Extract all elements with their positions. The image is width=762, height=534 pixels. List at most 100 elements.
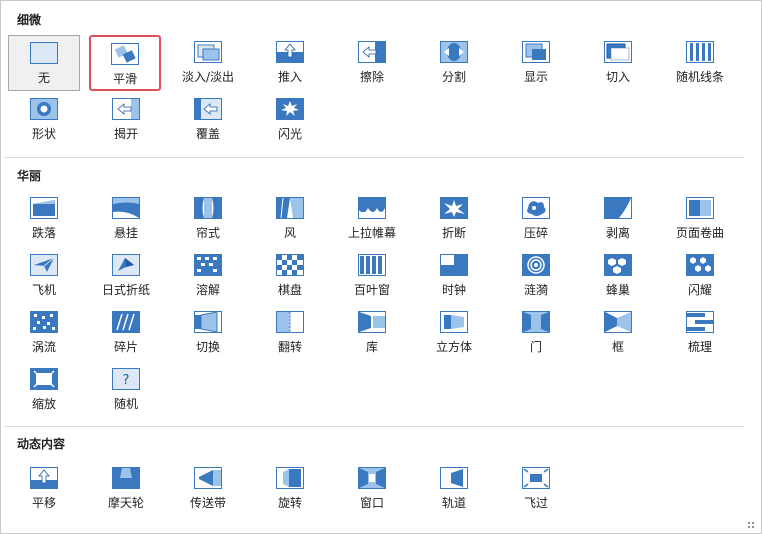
transition-label: 飞机 [31,283,56,297]
doors-icon [522,311,550,333]
transition-switch[interactable]: 切换 [172,305,244,361]
transition-window[interactable]: 窗口 [336,461,408,517]
random-bars-icon [686,41,714,63]
transition-shred[interactable]: 碎片 [90,305,162,361]
transition-label: 时钟 [441,283,466,297]
transition-fall-over[interactable]: 跌落 [8,191,80,247]
push-icon [276,41,304,63]
transition-dissolve[interactable]: 溶解 [172,248,244,304]
transition-rotate[interactable]: 旋转 [254,461,326,517]
transition-cover[interactable]: 覆盖 [172,92,244,148]
transition-uncover[interactable]: 揭开 [90,92,162,148]
conveyor-icon [194,467,222,489]
transition-flip[interactable]: 翻转 [254,305,326,361]
transition-label: 库 [365,340,378,354]
transition-checkerboard[interactable]: 棋盘 [254,248,326,304]
gallery-icon [358,311,386,333]
comb-icon [686,311,714,333]
transition-label: 压碎 [523,226,548,240]
transition-fade[interactable]: 淡入/淡出 [172,35,244,91]
resize-grip-icon[interactable] [747,521,755,529]
flip-icon [276,311,304,333]
transition-label: 风 [283,226,296,240]
transition-label: 切换 [195,340,220,354]
transition-flash[interactable]: 闪光 [254,92,326,148]
transition-label: 页面卷曲 [675,226,724,240]
transition-label: 百叶窗 [353,283,390,297]
transition-label: 框 [611,340,624,354]
transition-vortex[interactable]: 涡流 [8,305,80,361]
transition-label: 摩天轮 [107,496,144,510]
transition-label: 淡入/淡出 [181,70,235,84]
svg-text:?: ? [123,373,130,388]
transition-wipe[interactable]: 擦除 [336,35,408,91]
transition-label: 平滑 [112,72,137,86]
transition-drape[interactable]: 悬挂 [90,191,162,247]
transition-crush[interactable]: 压碎 [500,191,572,247]
transition-label: 擦除 [359,70,384,84]
clock-icon [440,254,468,276]
transition-none[interactable]: 无 [8,35,80,91]
transition-random-bars[interactable]: 随机线条 [664,35,736,91]
transition-random[interactable]: ? 随机 [90,362,162,418]
transition-prestige[interactable]: 上拉帷幕 [336,191,408,247]
transition-label: 显示 [523,70,548,84]
transition-label: 碎片 [113,340,138,354]
transition-label: 蜂巢 [605,283,630,297]
section-title: 细微 [17,13,42,27]
transition-comb[interactable]: 梳理 [664,305,736,361]
transition-glitter[interactable]: 闪耀 [664,248,736,304]
transition-label: 闪耀 [687,283,712,297]
transition-label: 覆盖 [195,127,220,141]
transition-label: 溶解 [195,283,220,297]
transition-clock[interactable]: 时钟 [418,248,490,304]
origami-icon [112,254,140,276]
transition-reveal[interactable]: 显示 [500,35,572,91]
transition-orbit[interactable]: 轨道 [418,461,490,517]
box-icon [604,311,632,333]
transition-ferris-wheel[interactable]: 摩天轮 [90,461,162,517]
transition-label: 平移 [31,496,56,510]
wipe-icon [358,41,386,63]
checkerboard-icon [276,254,304,276]
transition-zoom[interactable]: 缩放 [8,362,80,418]
section-divider [4,157,744,158]
transition-shape[interactable]: 形状 [8,92,80,148]
transition-gallery[interactable]: 库 [336,305,408,361]
transition-doors[interactable]: 门 [500,305,572,361]
transition-push[interactable]: 推入 [254,35,326,91]
transition-label: 翻转 [277,340,302,354]
dissolve-icon [194,254,222,276]
transition-label: 折断 [441,226,466,240]
transition-label: 帘式 [195,226,220,240]
rotate-icon [276,467,304,489]
transition-ripple[interactable]: 涟漪 [500,248,572,304]
transition-page-curl[interactable]: 页面卷曲 [664,191,736,247]
transition-pan[interactable]: 平移 [8,461,80,517]
transition-wind[interactable]: 风 [254,191,326,247]
honeycomb-icon [604,254,632,276]
peel-off-icon [604,197,632,219]
transition-label: 轨道 [441,496,466,510]
transition-fracture[interactable]: 折断 [418,191,490,247]
transition-honeycomb[interactable]: 蜂巢 [582,248,654,304]
transition-conveyor[interactable]: 传送带 [172,461,244,517]
transition-box[interactable]: 框 [582,305,654,361]
transition-airplane[interactable]: 飞机 [8,248,80,304]
transition-split[interactable]: 分割 [418,35,490,91]
transition-cube[interactable]: 立方体 [418,305,490,361]
transition-origami[interactable]: 日式折纸 [90,248,162,304]
transition-label: 剥离 [605,226,630,240]
fade-icon [194,41,222,63]
cover-icon [194,98,222,120]
transition-morph[interactable]: 平滑 [89,35,161,91]
transition-peel-off[interactable]: 剥离 [582,191,654,247]
transition-curtains[interactable]: 帘式 [172,191,244,247]
fly-through-icon [522,467,550,489]
cube-icon [440,311,468,333]
transition-blinds[interactable]: 百叶窗 [336,248,408,304]
transition-cut[interactable]: 切入 [582,35,654,91]
transition-fly-through[interactable]: 飞过 [500,461,572,517]
curtains-icon [194,197,222,219]
ripple-icon [522,254,550,276]
